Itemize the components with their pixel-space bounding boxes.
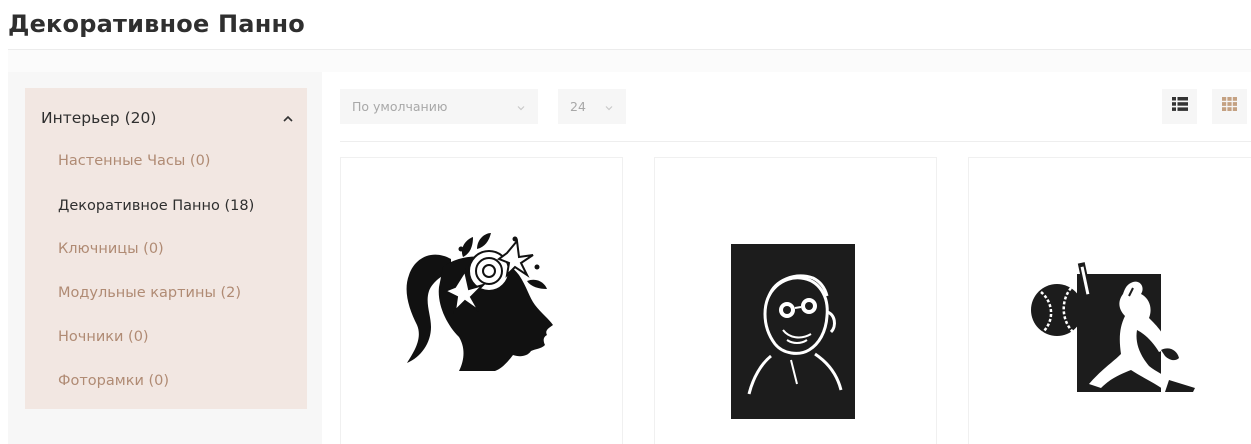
list-view-button[interactable] bbox=[1162, 89, 1197, 124]
grid-view-button[interactable] bbox=[1212, 89, 1247, 124]
product-card[interactable] bbox=[968, 157, 1251, 444]
title-band bbox=[8, 50, 1251, 72]
grid-view-icon bbox=[1222, 97, 1237, 116]
toolbar-divider bbox=[340, 141, 1251, 142]
product-card[interactable] bbox=[340, 157, 623, 444]
chevron-down-icon bbox=[604, 101, 614, 111]
list-view-icon bbox=[1171, 97, 1188, 116]
sidebar-item-modular-pictures[interactable]: Модульные картины (2) bbox=[58, 285, 241, 301]
baseball-player-panel-icon bbox=[1031, 262, 1195, 392]
category-sidebar: Интерьер (20) Настенные Часы (0) Декорат… bbox=[25, 88, 307, 409]
page-title: Декоративное Панно bbox=[8, 10, 305, 38]
sidebar-item-photo-frames[interactable]: Фоторамки (0) bbox=[58, 373, 169, 389]
sidebar-item-night-lights[interactable]: Ночники (0) bbox=[58, 329, 149, 345]
chevron-up-icon bbox=[281, 111, 295, 125]
woman-flower-silhouette-icon bbox=[406, 233, 553, 371]
per-page-select[interactable]: 24 bbox=[558, 89, 626, 124]
sort-select[interactable]: По умолчанию bbox=[340, 89, 538, 124]
man-sunglasses-panel-icon bbox=[731, 244, 855, 419]
per-page-select-value: 24 bbox=[570, 99, 586, 114]
sidebar-item-key-holders[interactable]: Ключницы (0) bbox=[58, 241, 164, 257]
product-card[interactable] bbox=[654, 157, 937, 444]
sidebar-item-decorative-panels[interactable]: Декоративное Панно (18) bbox=[58, 198, 254, 214]
sort-select-value: По умолчанию bbox=[352, 99, 448, 114]
chevron-down-icon bbox=[516, 101, 526, 111]
category-interior-label: Интерьер (20) bbox=[41, 109, 157, 127]
sidebar-item-wall-clocks[interactable]: Настенные Часы (0) bbox=[58, 153, 210, 169]
category-interior-toggle[interactable]: Интерьер (20) bbox=[41, 107, 295, 129]
